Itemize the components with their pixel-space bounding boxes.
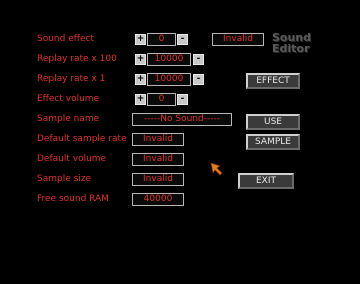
effect-volume-field: 0 (147, 93, 176, 106)
replay-rate-1-field: 10000 (147, 73, 191, 86)
label-effect-volume: Effect volume (37, 94, 100, 104)
sound-effect-plus-button[interactable]: + (135, 34, 146, 45)
replay-rate-1-minus-button[interactable]: - (193, 74, 204, 85)
sample-size-field: Invalid (132, 173, 184, 186)
label-replay-rate-1: Replay rate x 1 (37, 74, 106, 84)
sample-button[interactable]: SAMPLE (246, 134, 300, 150)
replay-rate-1-plus-button[interactable]: + (135, 74, 146, 85)
exit-button[interactable]: EXIT (238, 173, 294, 189)
label-free-sound-ram: Free sound RAM (37, 194, 109, 204)
label-sample-name: Sample name (37, 114, 100, 124)
effect-volume-minus-button[interactable]: - (177, 94, 188, 105)
sound-effect-field: 0 (147, 33, 176, 46)
label-sound-effect: Sound effect (37, 34, 94, 44)
sound-effect-minus-button[interactable]: - (177, 34, 188, 45)
effect-button[interactable]: EFFECT (246, 73, 300, 89)
default-volume-field: Invalid (132, 153, 184, 166)
status-field: Invalid (212, 33, 264, 46)
label-sample-size: Sample size (37, 174, 92, 184)
use-button[interactable]: USE (246, 114, 300, 130)
replay-rate-100-plus-button[interactable]: + (135, 54, 146, 65)
default-sample-rate-field: Invalid (132, 133, 184, 146)
label-default-volume: Default volume (37, 154, 107, 164)
free-sound-ram-field: 40000 (132, 193, 184, 206)
app-title-line2: Editor (272, 42, 310, 55)
replay-rate-100-field: 10000 (147, 53, 191, 66)
sample-name-field[interactable]: -----No Sound----- (132, 113, 232, 126)
label-default-sample-rate: Default sample rate (37, 134, 127, 144)
sound-editor-window: Sound Editor Sound effect + 0 - Invalid … (0, 0, 360, 284)
label-replay-rate-100: Replay rate x 100 (37, 54, 117, 64)
replay-rate-100-minus-button[interactable]: - (193, 54, 204, 65)
app-title: Sound Editor (272, 32, 311, 54)
arrow-cursor-icon (210, 162, 223, 176)
effect-volume-plus-button[interactable]: + (135, 94, 146, 105)
